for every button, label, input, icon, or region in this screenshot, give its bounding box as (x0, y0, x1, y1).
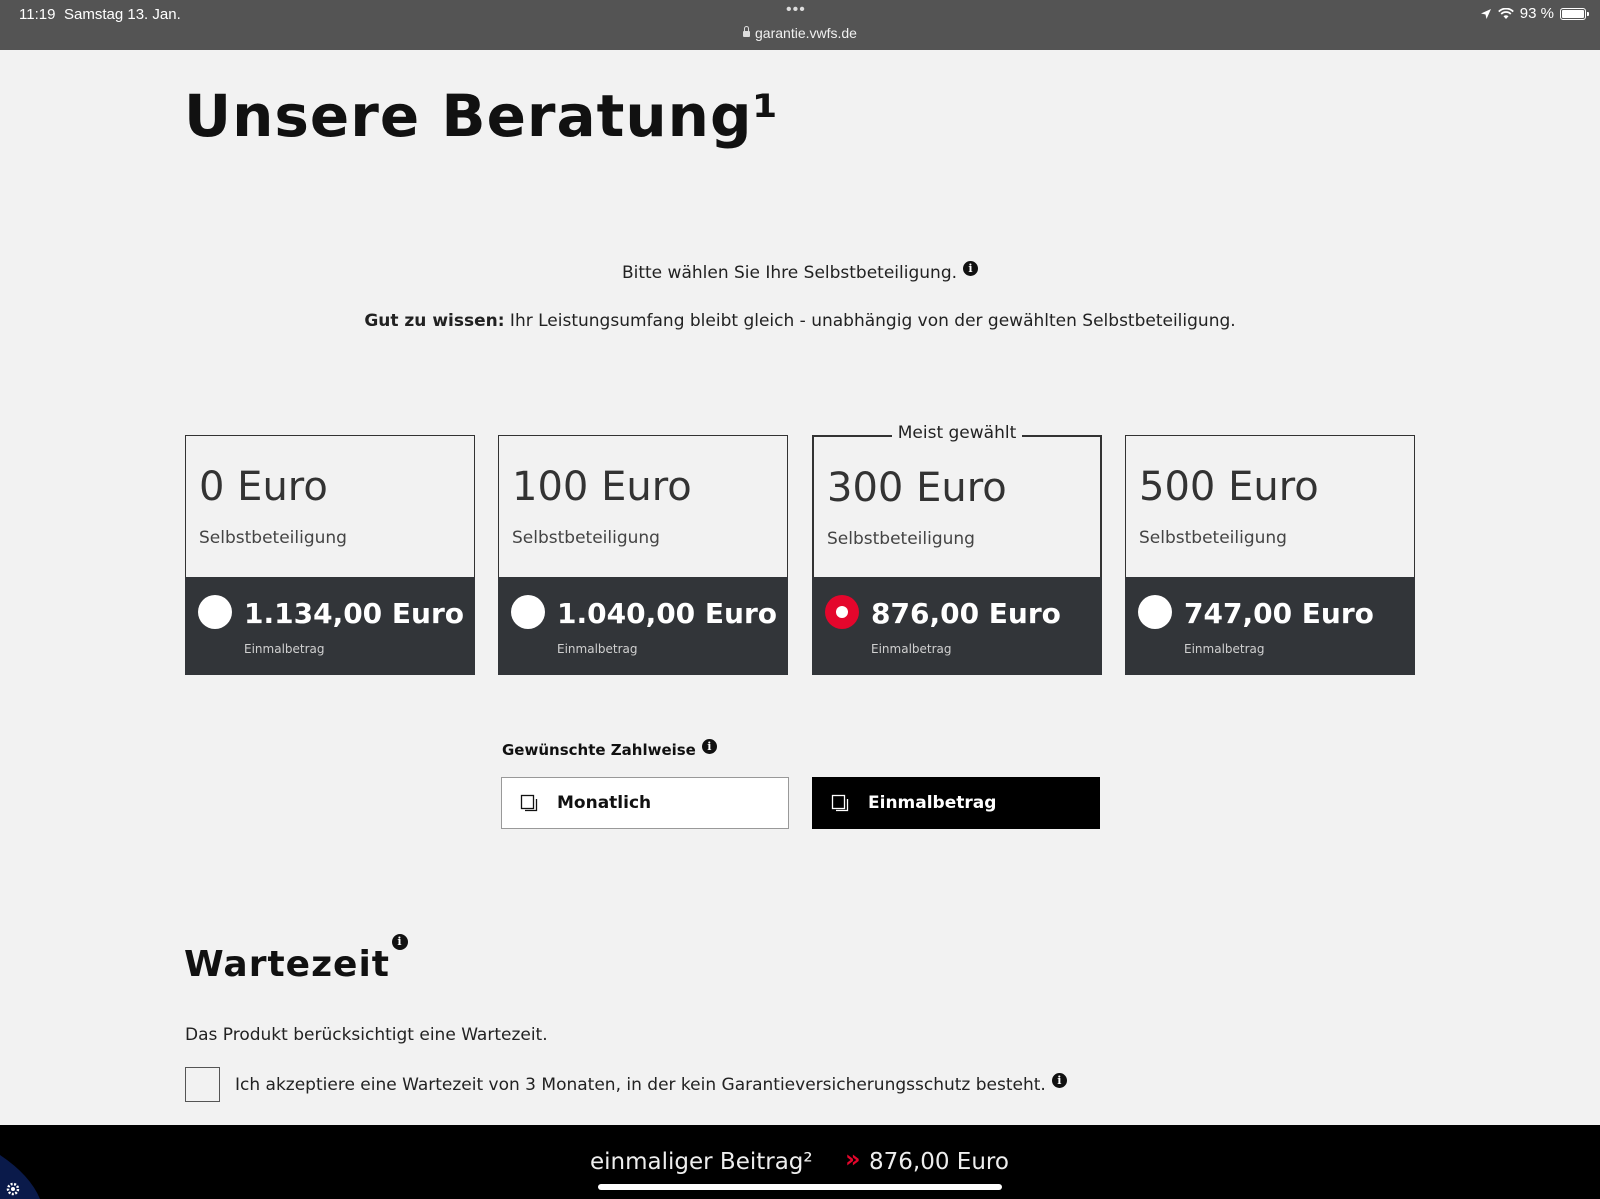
multitasking-dots-icon[interactable]: ••• (786, 1, 806, 19)
option-price-panel: 876,00 Euro Einmalbetrag (812, 577, 1102, 675)
info-icon[interactable]: i (963, 261, 979, 276)
cookie-settings-icon[interactable] (0, 1155, 40, 1199)
option-label: Selbstbeteiligung (199, 528, 347, 548)
option-amount: 300 Euro (827, 465, 1007, 511)
info-icon[interactable]: i (701, 739, 717, 754)
option-radio[interactable] (198, 595, 232, 629)
address-bar[interactable]: garantie.vwfs.de (0, 25, 1600, 41)
most-chosen-badge: Meist gewählt (812, 423, 1102, 443)
option-radio-selected[interactable] (825, 595, 859, 629)
option-price-label: Einmalbetrag (557, 642, 638, 656)
document-icon (831, 794, 849, 812)
option-header: 500 Euro Selbstbeteiligung (1125, 435, 1415, 577)
option-amount: 100 Euro (512, 464, 692, 510)
home-indicator[interactable] (598, 1184, 1002, 1190)
waiting-time-checkbox-label-row: Ich akzeptiere eine Wartezeit von 3 Mona… (235, 1073, 1067, 1095)
option-amount: 500 Euro (1139, 464, 1319, 510)
option-price: 876,00 Euro (871, 597, 1061, 630)
payment-method-label-text: Gewünschte Zahlweise (502, 741, 696, 759)
payment-monthly-label: Monatlich (557, 793, 652, 813)
price-footer: einmaliger Beitrag² » 876,00 Euro (0, 1125, 1600, 1199)
waiting-time-checkbox[interactable] (185, 1067, 220, 1102)
document-icon (520, 794, 538, 812)
option-header: 100 Euro Selbstbeteiligung (498, 435, 788, 577)
footer-label: einmaliger Beitrag² (590, 1149, 813, 1175)
good-to-know-label: Gut zu wissen: (364, 311, 505, 331)
status-date: Samstag 13. Jan. (64, 6, 181, 23)
option-price: 1.134,00 Euro (244, 597, 465, 630)
option-header: 300 Euro Selbstbeteiligung (812, 435, 1102, 577)
location-icon (1480, 8, 1491, 19)
deductible-prompt: Bitte wählen Sie Ihre Selbstbeteiligung.… (0, 261, 1600, 283)
option-label: Selbstbeteiligung (1139, 528, 1287, 548)
deductible-prompt-text: Bitte wählen Sie Ihre Selbstbeteiligung. (621, 263, 958, 283)
battery-icon (1560, 7, 1589, 20)
waiting-time-heading: Wartezeiti (184, 934, 409, 985)
url-text: garantie.vwfs.de (755, 25, 857, 41)
option-price: 1.040,00 Euro (557, 597, 778, 630)
status-time: 11:19 (19, 6, 56, 23)
option-label: Selbstbeteiligung (512, 528, 660, 548)
option-price: 747,00 Euro (1184, 597, 1374, 630)
wifi-icon (1497, 7, 1514, 19)
payment-single-label: Einmalbetrag (868, 793, 997, 813)
lock-icon (743, 26, 751, 37)
chevron-double-right-icon: » (845, 1145, 861, 1173)
page-title: Unsere Beratung¹ (184, 82, 779, 150)
option-header: 0 Euro Selbstbeteiligung (185, 435, 475, 577)
deductible-option-100[interactable]: 100 Euro Selbstbeteiligung 1.040,00 Euro… (498, 435, 788, 675)
payment-single-button[interactable]: Einmalbetrag (812, 777, 1100, 829)
option-radio[interactable] (1138, 595, 1172, 629)
battery-percent: 93 % (1519, 5, 1554, 22)
option-price-panel: 1.040,00 Euro Einmalbetrag (498, 577, 788, 675)
deductible-option-500[interactable]: 500 Euro Selbstbeteiligung 747,00 Euro E… (1125, 435, 1415, 675)
option-price-panel: 1.134,00 Euro Einmalbetrag (185, 577, 475, 675)
option-price-label: Einmalbetrag (871, 642, 952, 656)
info-icon[interactable]: i (392, 934, 409, 950)
info-icon[interactable]: i (1051, 1073, 1067, 1088)
option-radio[interactable] (511, 595, 545, 629)
option-label: Selbstbeteiligung (827, 529, 975, 549)
waiting-time-checkbox-label[interactable]: Ich akzeptiere eine Wartezeit von 3 Mona… (235, 1075, 1046, 1095)
status-bar: 11:19 Samstag 13. Jan. ••• garantie.vwfs… (0, 0, 1600, 50)
waiting-time-heading-text: Wartezeit (184, 944, 391, 985)
option-price-label: Einmalbetrag (1184, 642, 1265, 656)
payment-method-label: Gewünschte Zahlweise i (502, 739, 717, 759)
payment-monthly-button[interactable]: Monatlich (501, 777, 789, 829)
deductible-option-0[interactable]: 0 Euro Selbstbeteiligung 1.134,00 Euro E… (185, 435, 475, 675)
most-chosen-badge-text: Meist gewählt (891, 423, 1023, 443)
waiting-time-text: Das Produkt berücksichtigt eine Wartezei… (185, 1025, 548, 1045)
option-amount: 0 Euro (199, 464, 328, 510)
footer-price: 876,00 Euro (869, 1149, 1009, 1175)
status-indicators: 93 % (1480, 5, 1589, 22)
deductible-option-300[interactable]: 300 Euro Selbstbeteiligung Meist gewählt… (812, 423, 1102, 675)
good-to-know-note: Gut zu wissen: Ihr Leistungsumfang bleib… (0, 311, 1600, 331)
option-price-label: Einmalbetrag (244, 642, 325, 656)
good-to-know-text: Ihr Leistungsumfang bleibt gleich - unab… (504, 311, 1236, 331)
option-price-panel: 747,00 Euro Einmalbetrag (1125, 577, 1415, 675)
